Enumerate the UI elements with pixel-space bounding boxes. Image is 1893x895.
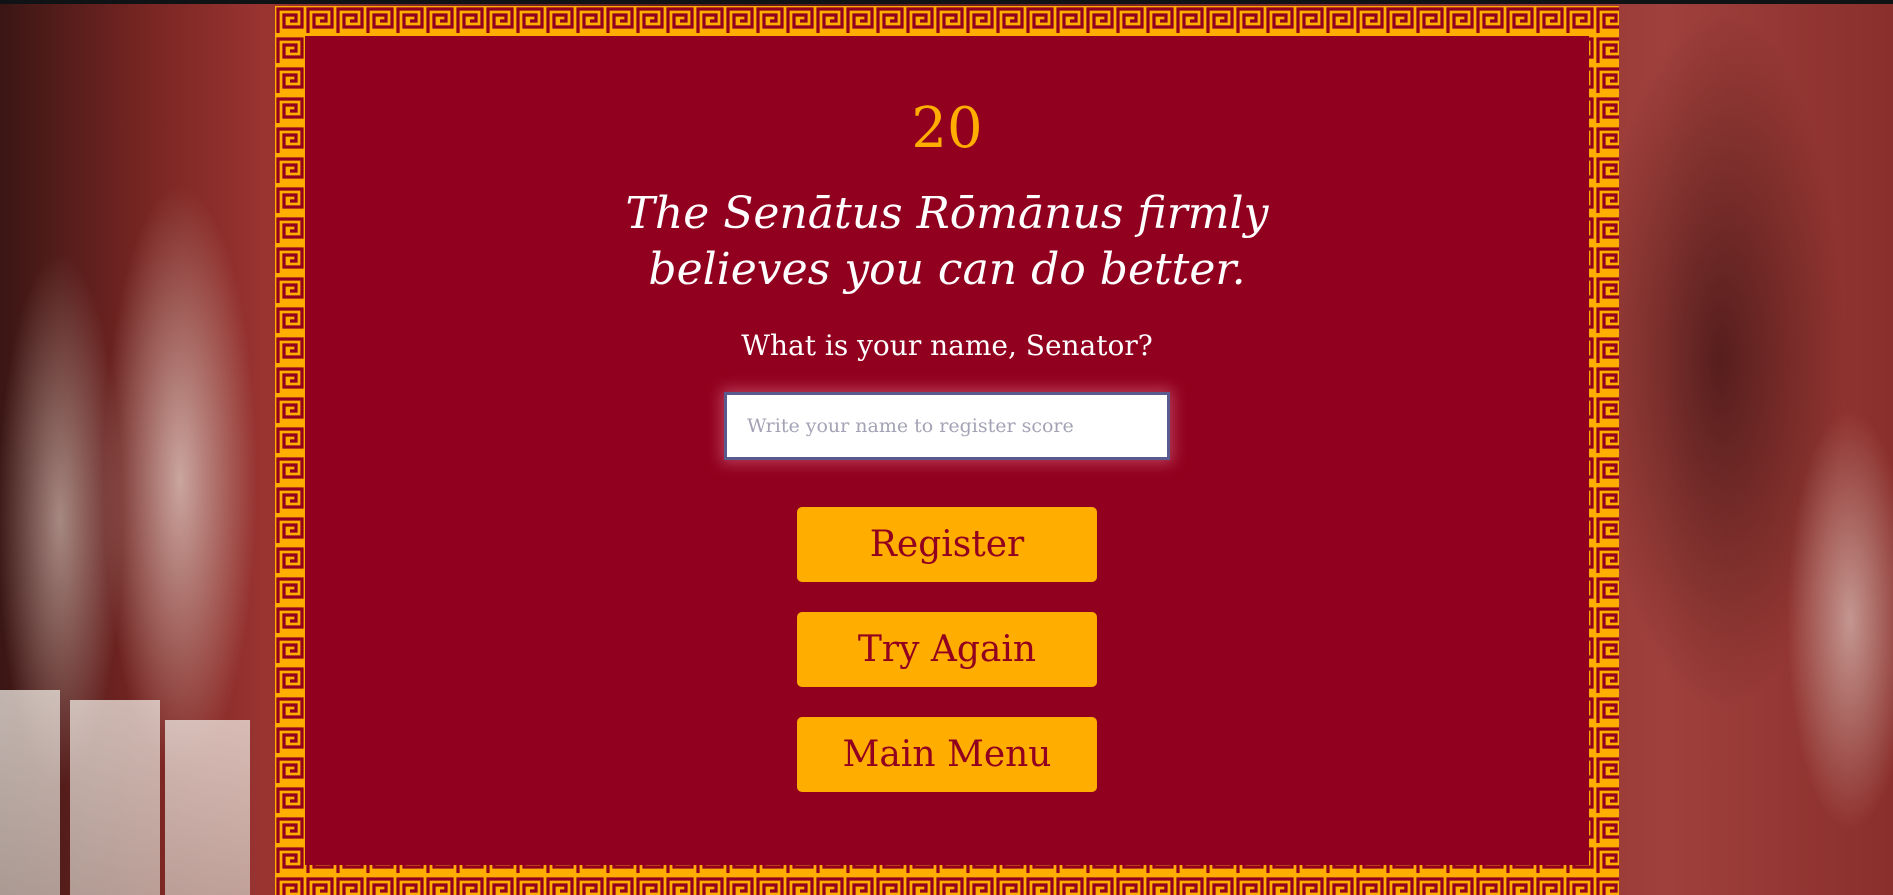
- game-over-content: 20 The Senātus Rōmānus firmly believes y…: [275, 6, 1619, 895]
- name-prompt: What is your name, Senator?: [741, 329, 1153, 362]
- register-button[interactable]: Register: [797, 507, 1097, 582]
- name-input[interactable]: [724, 392, 1170, 460]
- greek-key-frame: 20 The Senātus Rōmānus firmly believes y…: [275, 6, 1619, 895]
- final-score: 20: [911, 96, 983, 161]
- statue-pedestal: [0, 690, 60, 895]
- main-menu-button[interactable]: Main Menu: [797, 717, 1097, 792]
- result-message: The Senātus Rōmānus firmly believes you …: [625, 188, 1269, 295]
- statue-pedestal: [70, 700, 160, 895]
- top-bar: [0, 0, 1893, 4]
- statue-pedestal: [165, 720, 250, 895]
- try-again-button[interactable]: Try Again: [797, 612, 1097, 687]
